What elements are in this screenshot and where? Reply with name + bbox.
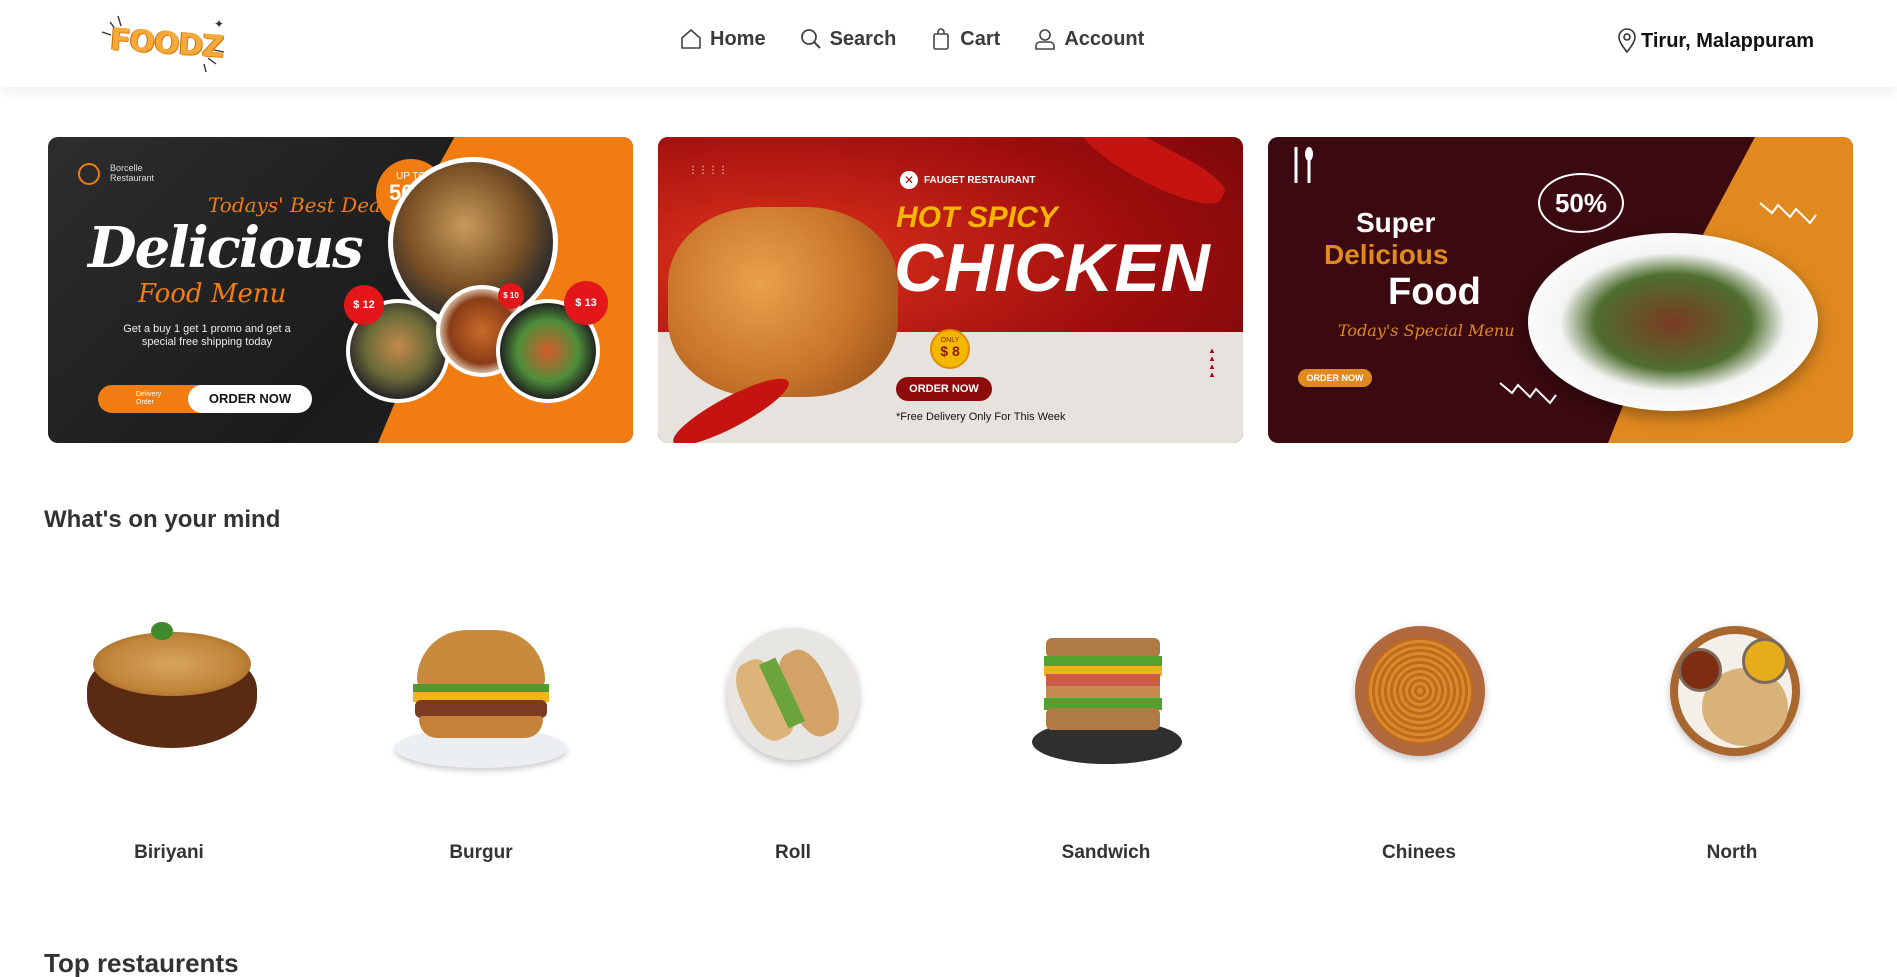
price-badge: $ 13 xyxy=(564,281,608,325)
category-chinees[interactable]: Chinees xyxy=(1329,618,1509,863)
restaurant-logo-icon: ✕ xyxy=(900,171,918,189)
category-label: Sandwich xyxy=(1061,842,1151,863)
triangle-decoration: ▲ ▲ ▲ ▲ xyxy=(1208,346,1216,379)
order-now-button[interactable]: ORDER NOW xyxy=(188,385,312,413)
location-selector[interactable]: Tirur, Malappuram xyxy=(1616,28,1814,54)
price-badge: $ 10 xyxy=(498,283,524,309)
sandwich-image xyxy=(1016,618,1196,778)
restaurant-name: Borcelle Restaurant xyxy=(110,163,155,183)
price-value: $ 8 xyxy=(940,343,960,359)
category-north[interactable]: North xyxy=(1642,618,1822,863)
search-icon xyxy=(800,29,821,49)
section-title-mind: What's on your mind xyxy=(44,506,281,533)
category-label: North xyxy=(1706,842,1758,863)
nav-account[interactable]: Account xyxy=(1033,27,1144,51)
north-indian-thali-image xyxy=(1642,618,1822,778)
category-roll[interactable]: Roll xyxy=(703,618,883,863)
order-now-button[interactable]: ORDER NOW xyxy=(896,377,992,401)
steak-plate-image xyxy=(1528,233,1818,411)
fork-spoon-icon xyxy=(1294,147,1313,183)
delivery-pill: Delivery Order ORDER NOW xyxy=(98,385,312,413)
burger-image xyxy=(391,618,571,778)
promo-banner-super-delicious[interactable]: 50% Super Delicious Food Today's Special… xyxy=(1268,137,1853,443)
dots-decoration: ⋮⋮⋮⋮ xyxy=(688,165,728,176)
zigzag-decoration xyxy=(1499,382,1557,405)
roll-image xyxy=(703,618,883,778)
banner-note: *Free Delivery Only For This Week xyxy=(896,411,1066,423)
banner-tagline: Today's Special Menu xyxy=(1338,321,1515,340)
price-badge: $ 12 xyxy=(344,285,384,325)
top-header: ✦ FOODZ Home Search Cart Account Tirur, … xyxy=(0,0,1897,87)
banner-description: Get a buy 1 get 1 promo and get a specia… xyxy=(123,323,291,348)
map-pin-icon xyxy=(1618,28,1636,54)
order-now-button[interactable]: ORDER NOW xyxy=(1298,369,1372,387)
banner-line-2: Delicious xyxy=(1324,239,1449,270)
section-title-top-restaurants: Top restaurents xyxy=(44,948,239,977)
noodles-image xyxy=(1329,618,1509,778)
banner-headline: CHICKEN xyxy=(894,230,1211,306)
nav-cart[interactable]: Cart xyxy=(929,27,1000,51)
home-icon xyxy=(681,29,701,49)
discount-badge: 50% xyxy=(1538,173,1624,233)
banner-tagline: Todays' Best Deal xyxy=(208,193,388,217)
price-badge: ONLY $ 8 xyxy=(930,329,970,369)
category-label: Burgur xyxy=(449,842,513,863)
user-icon xyxy=(1035,29,1056,50)
zigzag-decoration xyxy=(1759,202,1817,225)
nav-search[interactable]: Search xyxy=(799,27,897,51)
nav-cart-label: Cart xyxy=(960,27,1001,50)
category-sandwich[interactable]: Sandwich xyxy=(1016,618,1196,863)
category-label: Roll xyxy=(775,842,811,863)
biriyani-image xyxy=(79,618,259,778)
banner-line-3: Food xyxy=(1388,271,1481,313)
delivery-label: Delivery Order xyxy=(136,391,162,406)
banner-subheadline: Food Menu xyxy=(138,279,287,309)
nav-account-label: Account xyxy=(1064,27,1145,50)
main-nav: Home Search Cart Account xyxy=(679,27,1177,51)
banner-headline: Delicious xyxy=(88,215,364,281)
fried-chicken-image xyxy=(668,207,898,397)
category-burgur[interactable]: Burgur xyxy=(391,618,571,863)
location-label: Tirur, Malappuram xyxy=(1641,29,1815,52)
banner-line-1: Super xyxy=(1356,207,1436,238)
promo-banner-delicious[interactable]: Borcelle Restaurant Todays' Best Deal De… xyxy=(48,137,633,443)
nav-search-label: Search xyxy=(829,27,897,50)
category-label: Chinees xyxy=(1382,842,1456,863)
promo-banner-hot-spicy-chicken[interactable]: ⋮⋮⋮⋮ ✕ FAUGET RESTAURANT HOT SPICY CHICK… xyxy=(658,137,1243,443)
restaurant-logo-icon xyxy=(78,163,100,185)
category-biriyani[interactable]: Biriyani xyxy=(79,618,259,863)
restaurant-name: FAUGET RESTAURANT xyxy=(924,175,1036,186)
foodz-logo[interactable]: ✦ FOODZ xyxy=(96,8,232,74)
nav-home-label: Home xyxy=(710,27,766,50)
nav-home[interactable]: Home xyxy=(679,27,766,51)
category-label: Biriyani xyxy=(134,842,204,863)
shopping-bag-icon xyxy=(933,28,950,50)
